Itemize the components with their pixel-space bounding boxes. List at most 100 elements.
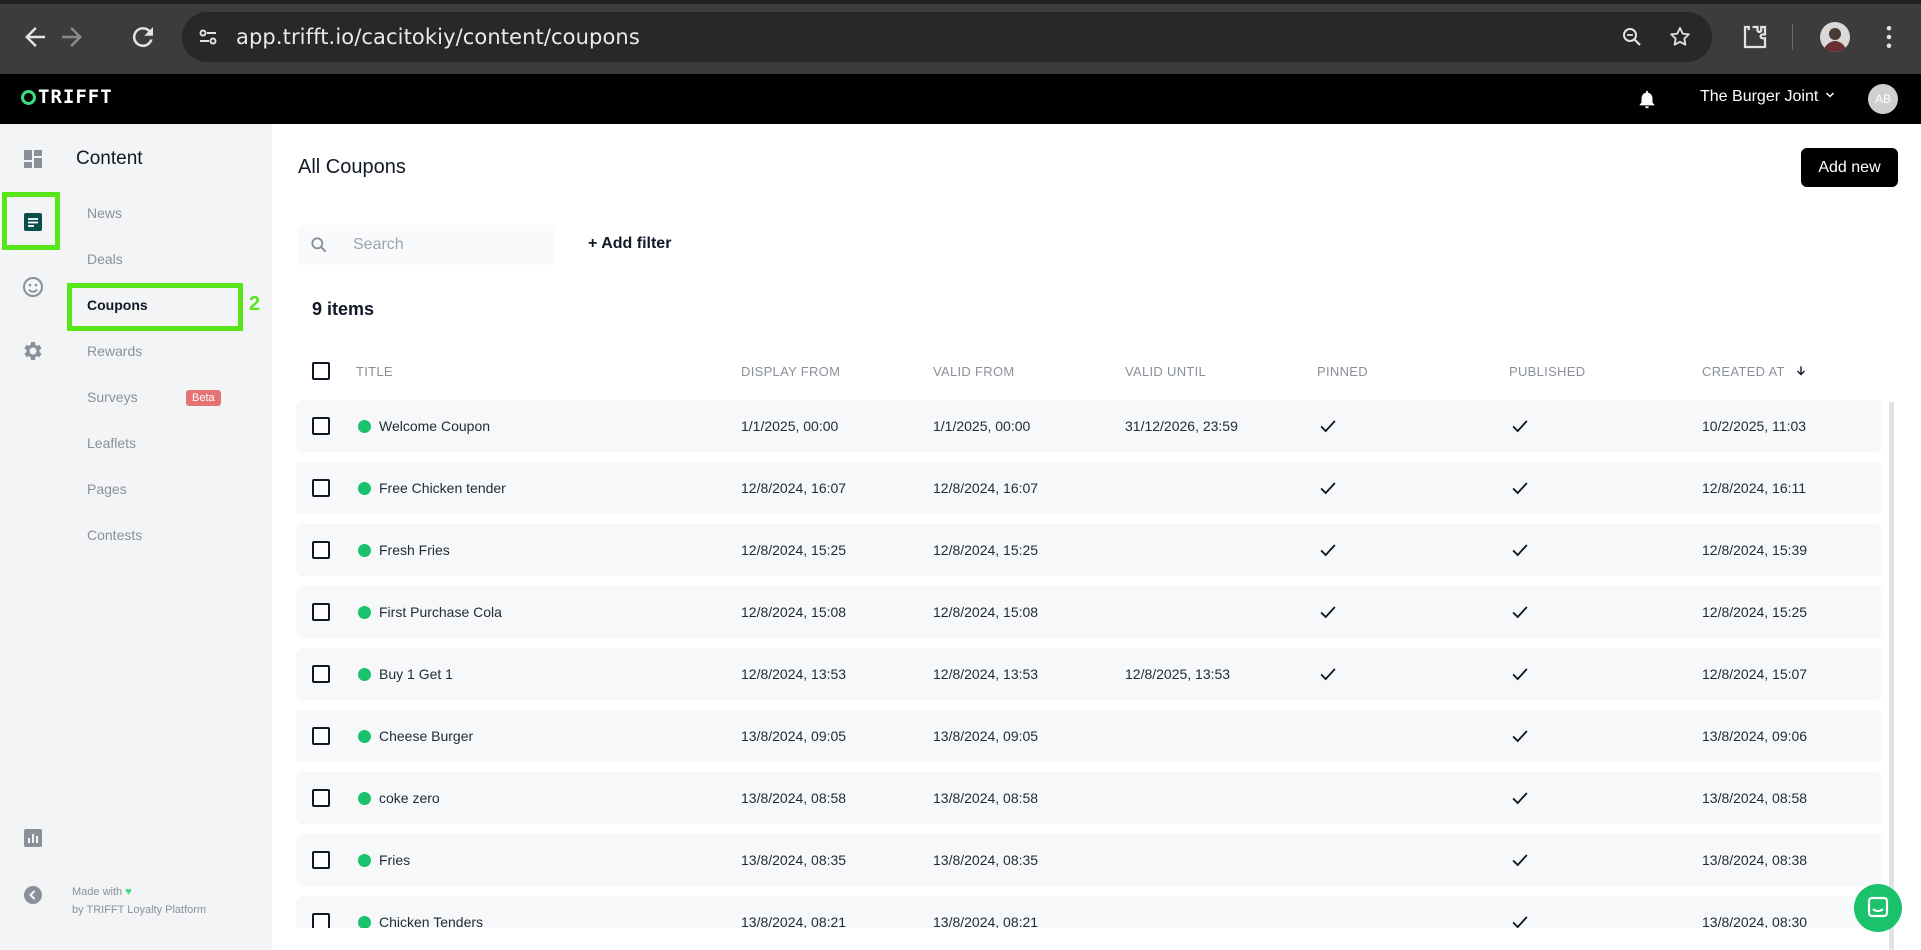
cell-display-from: 12/8/2024, 16:07 xyxy=(741,480,847,496)
cell-valid-from: 13/8/2024, 09:05 xyxy=(933,728,1039,744)
cell-valid-from: 12/8/2024, 15:08 xyxy=(933,604,1039,620)
trifft-logo[interactable]: TRIFFT xyxy=(21,86,113,108)
table-row[interactable] xyxy=(296,772,1882,824)
table-row[interactable] xyxy=(296,586,1882,638)
chat-launcher-button[interactable] xyxy=(1854,884,1902,932)
subnav-item-contests[interactable]: Contests xyxy=(87,527,142,543)
cell-created-at: 12/8/2024, 15:07 xyxy=(1702,666,1808,682)
cell-display-from: 12/8/2024, 13:53 xyxy=(741,666,847,682)
org-name: The Burger Joint xyxy=(1700,88,1819,105)
pinned-check-icon xyxy=(1317,477,1339,499)
url-text[interactable]: app.trifft.io/cacitokiy/content/coupons xyxy=(236,25,640,49)
bookmark-star-icon[interactable] xyxy=(1668,25,1692,49)
row-checkbox[interactable] xyxy=(312,665,330,683)
pinned-check-icon xyxy=(1317,415,1339,437)
user-avatar[interactable]: AB xyxy=(1868,84,1898,114)
collapse-sidebar-icon[interactable] xyxy=(21,883,45,907)
org-selector[interactable]: The Burger Joint xyxy=(1700,88,1836,106)
cell-valid-from: 12/8/2024, 13:53 xyxy=(933,666,1039,682)
cell-title[interactable]: Welcome Coupon xyxy=(379,418,490,434)
row-checkbox[interactable] xyxy=(312,479,330,497)
profile-avatar[interactable] xyxy=(1820,22,1850,52)
subnav-item-surveys[interactable]: Surveys xyxy=(87,389,138,405)
table-row[interactable] xyxy=(296,710,1882,762)
table-row[interactable] xyxy=(296,462,1882,514)
column-header-title[interactable]: TITLE xyxy=(356,364,393,379)
row-checkbox[interactable] xyxy=(312,727,330,745)
subnav-item-coupons[interactable]: Coupons xyxy=(87,297,148,313)
zoom-icon[interactable] xyxy=(1620,25,1644,49)
bell-icon[interactable] xyxy=(1636,87,1658,111)
subnav-item-rewards[interactable]: Rewards xyxy=(87,343,142,359)
column-header-published[interactable]: PUBLISHED xyxy=(1509,364,1585,379)
cell-title[interactable]: Fresh Fries xyxy=(379,542,450,558)
reload-icon[interactable] xyxy=(128,22,158,52)
site-settings-icon[interactable] xyxy=(196,25,220,49)
chevron-down-icon xyxy=(1824,88,1836,106)
status-dot-icon xyxy=(358,792,371,805)
row-checkbox[interactable] xyxy=(312,603,330,621)
cell-created-at: 10/2/2025, 11:03 xyxy=(1702,418,1807,434)
pinned-check-icon xyxy=(1317,539,1339,561)
created-at-label: CREATED AT xyxy=(1702,364,1785,379)
gear-icon[interactable] xyxy=(21,339,45,363)
cell-created-at: 13/8/2024, 08:58 xyxy=(1702,790,1808,806)
add-filter-button[interactable]: + Add filter xyxy=(588,235,671,253)
cell-title[interactable]: First Purchase Cola xyxy=(379,604,502,620)
status-dot-icon xyxy=(358,482,371,495)
forward-icon[interactable] xyxy=(57,22,87,52)
cell-title[interactable]: Free Chicken tender xyxy=(379,480,506,496)
cell-title[interactable]: Buy 1 Get 1 xyxy=(379,666,453,682)
column-header-created-at[interactable]: CREATED AT xyxy=(1702,364,1808,379)
cell-title[interactable]: Cheese Burger xyxy=(379,728,473,744)
cell-created-at: 12/8/2024, 15:25 xyxy=(1702,604,1808,620)
subnav-item-news[interactable]: News xyxy=(87,205,122,221)
cell-valid-from: 13/8/2024, 08:35 xyxy=(933,852,1039,868)
back-icon[interactable] xyxy=(20,22,50,52)
dashboard-icon[interactable] xyxy=(21,147,45,171)
cell-created-at: 12/8/2024, 16:11 xyxy=(1702,480,1807,496)
smiley-icon[interactable] xyxy=(21,275,45,299)
content-article-icon[interactable] xyxy=(21,210,45,234)
row-checkbox[interactable] xyxy=(312,789,330,807)
address-bar[interactable]: app.trifft.io/cacitokiy/content/coupons xyxy=(182,12,1712,62)
table-row[interactable] xyxy=(296,524,1882,576)
analytics-icon[interactable] xyxy=(21,826,45,850)
row-checkbox[interactable] xyxy=(312,541,330,559)
cell-display-from: 13/8/2024, 09:05 xyxy=(741,728,847,744)
tab-strip xyxy=(0,0,1921,4)
cell-display-from: 13/8/2024, 08:35 xyxy=(741,852,847,868)
cell-title[interactable]: coke zero xyxy=(379,790,440,806)
row-checkbox[interactable] xyxy=(312,851,330,869)
made-with-footer: Made with ♥ by TRIFFT Loyalty Platform xyxy=(72,883,206,919)
browser-toolbar: app.trifft.io/cacitokiy/content/coupons xyxy=(0,0,1921,74)
footer-line-1: Made with xyxy=(72,886,123,898)
extensions-icon[interactable] xyxy=(1740,22,1770,52)
app-header: TRIFFT The Burger Joint AB xyxy=(0,74,1921,124)
cell-title[interactable]: Fries xyxy=(379,852,410,868)
column-header-valid-from[interactable]: VALID FROM xyxy=(933,364,1015,379)
column-header-valid-until[interactable]: VALID UNTIL xyxy=(1125,364,1206,379)
table-scrollbar[interactable] xyxy=(1889,402,1894,950)
row-checkbox[interactable] xyxy=(312,417,330,435)
cell-created-at: 13/8/2024, 09:06 xyxy=(1702,728,1808,744)
cell-valid-from: 13/8/2024, 08:58 xyxy=(933,790,1039,806)
column-header-pinned[interactable]: PINNED xyxy=(1317,364,1368,379)
annotation-marker-2: 2 xyxy=(249,293,261,315)
published-check-icon xyxy=(1509,849,1531,871)
column-header-display-from[interactable]: DISPLAY FROM xyxy=(741,364,840,379)
beta-badge: Beta xyxy=(186,390,221,406)
select-all-checkbox[interactable] xyxy=(312,362,330,380)
table-row[interactable] xyxy=(296,648,1882,700)
add-new-button[interactable]: Add new xyxy=(1801,148,1898,187)
table-row[interactable] xyxy=(296,400,1882,452)
subnav-item-pages[interactable]: Pages xyxy=(87,481,127,497)
search-input[interactable] xyxy=(353,233,543,257)
cell-created-at: 12/8/2024, 15:39 xyxy=(1702,542,1808,558)
status-dot-icon xyxy=(358,544,371,557)
published-check-icon xyxy=(1509,725,1531,747)
subnav-item-leaflets[interactable]: Leaflets xyxy=(87,435,136,451)
subnav-item-deals[interactable]: Deals xyxy=(87,251,123,267)
table-row[interactable] xyxy=(296,834,1882,886)
menu-dots-icon[interactable] xyxy=(1874,22,1904,52)
